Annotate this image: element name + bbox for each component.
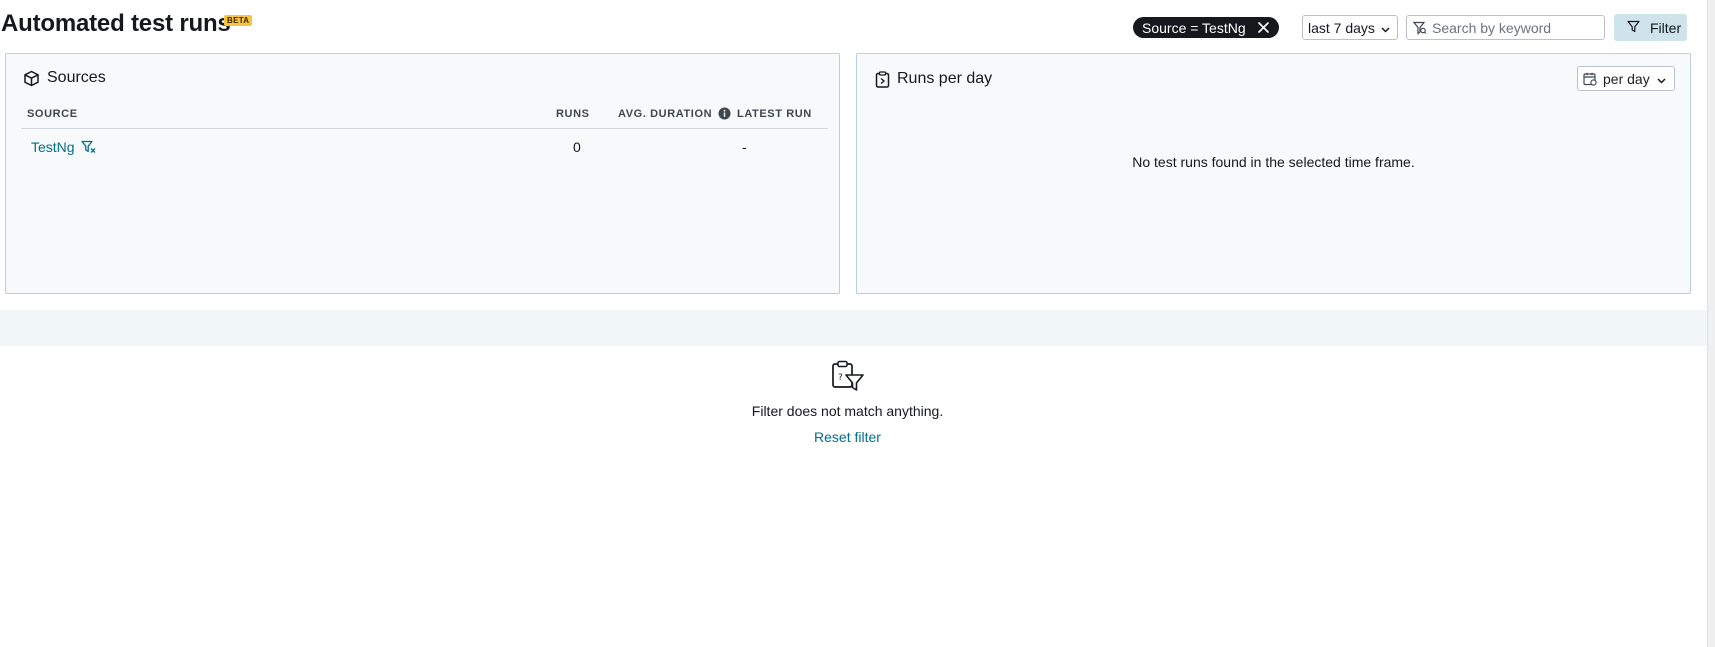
svg-text:?: ? (838, 373, 843, 383)
clipboard-icon (875, 70, 890, 88)
filter-button[interactable]: Filter (1614, 14, 1687, 41)
latest-run-value: - (742, 139, 747, 155)
search-input[interactable] (1432, 18, 1600, 37)
chevron-down-icon (1656, 73, 1667, 89)
sources-title-text: Sources (47, 69, 106, 86)
page-title: Automated test runs (1, 10, 231, 37)
filter-chip-source[interactable]: Source = TestNg (1133, 17, 1279, 38)
chevron-down-icon (1380, 22, 1391, 38)
filter-button-label: Filter (1650, 19, 1682, 36)
source-link[interactable]: TestNg (31, 139, 96, 155)
reset-filter-link[interactable]: Reset filter (814, 429, 881, 445)
runs-per-day-panel: Runs per day per day No test runs found … (856, 53, 1691, 294)
timeframe-value: last 7 days (1308, 19, 1375, 36)
search-box[interactable] (1406, 15, 1605, 40)
close-icon[interactable] (1256, 20, 1271, 35)
filter-remove-icon[interactable] (80, 140, 96, 154)
runs-count: 0 (573, 139, 581, 155)
runs-title-text: Runs per day (897, 70, 993, 87)
table-divider (21, 128, 828, 129)
calendar-icon (1583, 72, 1597, 86)
runs-panel-title: Runs per day (875, 70, 992, 88)
column-header-source[interactable]: SOURCE (27, 108, 78, 120)
section-separator (0, 310, 1707, 346)
filter-search-icon (1412, 21, 1427, 40)
cube-icon (23, 70, 40, 87)
beta-badge: BETA (224, 15, 253, 26)
runs-empty-message: No test runs found in the selected time … (1132, 154, 1415, 170)
column-header-runs[interactable]: RUNS (556, 108, 590, 120)
column-header-avg-duration[interactable]: AVG. DURATION (618, 108, 712, 120)
vertical-scrollbar[interactable] (1707, 0, 1715, 647)
page-header: Automated test runs BETA Source = TestNg… (0, 0, 1715, 52)
info-icon[interactable] (718, 107, 731, 125)
sources-panel: Sources SOURCE RUNS AVG. DURATION LATEST… (5, 53, 840, 294)
period-value: per day (1603, 70, 1650, 87)
filter-chip-label: Source = TestNg (1142, 19, 1246, 36)
filter-icon (1627, 20, 1640, 36)
source-name[interactable]: TestNg (31, 139, 75, 155)
column-header-latest-run[interactable]: LATEST RUN (737, 108, 812, 120)
clipboard-filter-icon: ? (831, 360, 865, 397)
timeframe-select[interactable]: last 7 days (1302, 15, 1398, 40)
empty-state-message: Filter does not match anything. (751, 403, 944, 419)
period-select[interactable]: per day (1577, 66, 1675, 91)
sources-panel-title: Sources (23, 69, 106, 87)
empty-state: ? Filter does not match anything. Reset … (0, 360, 1695, 447)
